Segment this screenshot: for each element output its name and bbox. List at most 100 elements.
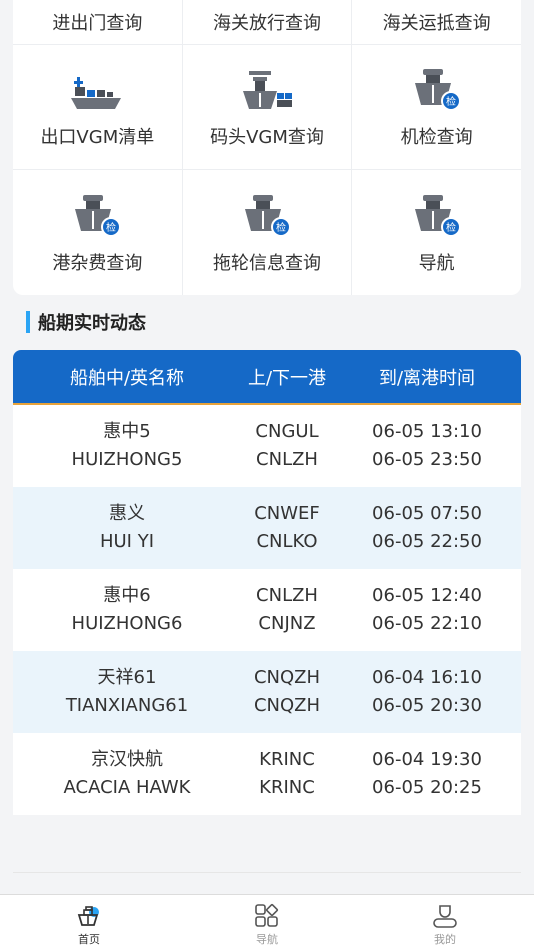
- ports-cell: CNQZH CNQZH: [241, 664, 333, 720]
- tab-label: 导航: [256, 933, 278, 946]
- table-row[interactable]: 惠中5 HUIZHONG5 CNGUL CNLZH 06-05 13:10 06…: [13, 405, 521, 487]
- grid-item-label: 港杂费查询: [52, 253, 143, 274]
- grid-row-bottom: 检 港杂费查询 检 拖轮信息查询 检 导航: [13, 170, 521, 295]
- previous-port: CNLZH: [256, 585, 318, 606]
- arrival-time: 06-04 16:10: [372, 667, 482, 688]
- grid-item-navigation[interactable]: 检 导航: [352, 170, 521, 295]
- tab-label: 首页: [78, 933, 100, 946]
- grid-item-label: 出口VGM清单: [40, 127, 155, 148]
- section-accent-bar: [26, 311, 30, 333]
- grid-item-label: 拖轮信息查询: [213, 253, 321, 274]
- grid-item-machine-inspection[interactable]: 检 机检查询: [352, 45, 521, 169]
- ship-name-cell: 惠义 HUI YI: [13, 500, 241, 556]
- grid-item-wharf-vgm[interactable]: 码头VGM查询: [183, 45, 353, 169]
- departure-time: 06-05 22:10: [372, 613, 482, 634]
- grid-item-customs-release[interactable]: 海关放行查询: [183, 0, 353, 44]
- navigation-grid-icon: [255, 903, 279, 927]
- departure-time: 06-05 20:30: [372, 695, 482, 716]
- times-cell: 06-05 07:50 06-05 22:50: [333, 500, 521, 556]
- grid-item-label: 进出门查询: [52, 13, 143, 34]
- ship-name-en: TIANXIANG61: [65, 695, 189, 716]
- ship-name-cn: 京汉快航: [91, 749, 163, 770]
- home-ship-icon: [77, 906, 99, 926]
- grid-row-top: 进出门查询 海关放行查询 海关运抵查询: [13, 0, 521, 45]
- grid-item-label: 机检查询: [400, 127, 473, 148]
- ship-name-en: HUIZHONG6: [71, 613, 183, 634]
- previous-port: CNWEF: [254, 503, 320, 524]
- ship-name-cell: 惠中6 HUIZHONG6: [13, 582, 241, 638]
- grid-item-customs-arrival[interactable]: 海关运抵查询: [352, 0, 521, 44]
- header-ports: 上/下一港: [247, 367, 327, 389]
- grid-item-tugboat-info[interactable]: 检 拖轮信息查询: [183, 170, 353, 295]
- user-icon: [433, 905, 457, 928]
- ports-cell: CNGUL CNLZH: [241, 418, 333, 474]
- ship-name-cell: 惠中5 HUIZHONG5: [13, 418, 241, 474]
- section-title-text: 船期实时动态: [38, 313, 146, 334]
- ship-cargo-icon: [67, 67, 127, 113]
- arrival-time: 06-05 13:10: [372, 421, 482, 442]
- grid-item-export-vgm[interactable]: 出口VGM清单: [13, 45, 183, 169]
- ship-name-cn: 天祥61: [97, 667, 157, 688]
- ship-name-cn: 惠中6: [103, 585, 151, 606]
- function-grid: 进出门查询 海关放行查询 海关运抵查询 出口VGM清单 码头VGM查询 检 机检…: [13, 0, 521, 295]
- ship-name-cell: 京汉快航 ACACIA HAWK: [13, 746, 241, 802]
- arrival-time: 06-05 07:50: [372, 503, 482, 524]
- tab-navigation[interactable]: 导航: [178, 895, 356, 950]
- header-times: 到/离港时间: [378, 367, 476, 389]
- times-cell: 06-04 19:30 06-05 20:25: [333, 746, 521, 802]
- ship-name-en: ACACIA HAWK: [63, 777, 191, 798]
- times-cell: 06-04 16:10 06-05 20:30: [333, 664, 521, 720]
- inspection-badge-text: 检: [106, 221, 116, 234]
- grid-item-gate-query[interactable]: 进出门查询: [13, 0, 183, 44]
- times-cell: 06-05 12:40 06-05 22:10: [333, 582, 521, 638]
- ship-name-en: HUIZHONG5: [71, 449, 183, 470]
- grid-item-port-fee[interactable]: 检 港杂费查询: [13, 170, 183, 295]
- ship-name-en: HUI YI: [99, 531, 155, 552]
- departure-time: 06-05 20:25: [372, 777, 482, 798]
- ship-inspection-icon: 检: [237, 193, 297, 239]
- tab-label: 我的: [434, 933, 456, 946]
- previous-port: CNGUL: [255, 421, 319, 442]
- tab-home[interactable]: 首页: [0, 895, 178, 950]
- departure-time: 06-05 23:50: [372, 449, 482, 470]
- ship-name-cn: 惠中5: [103, 421, 151, 442]
- grid-item-label: 海关运抵查询: [382, 13, 491, 34]
- table-row[interactable]: 京汉快航 ACACIA HAWK KRINC KRINC 06-04 19:30…: [13, 733, 521, 815]
- table-header: 船舶中/英名称 上/下一港 到/离港时间: [13, 350, 521, 405]
- tab-profile[interactable]: 我的: [356, 895, 534, 950]
- ship-name-cell: 天祥61 TIANXIANG61: [13, 664, 241, 720]
- table-row[interactable]: 惠义 HUI YI CNWEF CNLKO 06-05 07:50 06-05 …: [13, 487, 521, 569]
- inspection-badge-text: 检: [446, 221, 456, 234]
- next-port: CNQZH: [253, 695, 321, 716]
- ship-inspection-icon: 检: [407, 193, 467, 239]
- ports-cell: KRINC KRINC: [241, 746, 333, 802]
- ship-schedule-table: 船舶中/英名称 上/下一港 到/离港时间 惠中5 HUIZHONG5 CNGUL…: [13, 350, 521, 815]
- previous-port: KRINC: [259, 749, 315, 770]
- next-port: CNLKO: [256, 531, 318, 552]
- header-ship-name: 船舶中/英名称: [69, 367, 185, 389]
- content-divider: [13, 872, 521, 873]
- inspection-badge-text: 检: [446, 95, 456, 108]
- ports-cell: CNWEF CNLKO: [241, 500, 333, 556]
- times-cell: 06-05 13:10 06-05 23:50: [333, 418, 521, 474]
- ports-cell: CNLZH CNJNZ: [241, 582, 333, 638]
- ship-inspection-icon: 检: [67, 193, 127, 239]
- inspection-badge-text: 检: [276, 221, 286, 234]
- bottom-tab-bar: 首页 导航 我的: [0, 894, 534, 950]
- departure-time: 06-05 22:50: [372, 531, 482, 552]
- previous-port: CNQZH: [253, 667, 321, 688]
- grid-item-label: 导航: [418, 253, 455, 274]
- next-port: CNJNZ: [258, 613, 316, 634]
- grid-item-label: 海关放行查询: [213, 13, 321, 34]
- arrival-time: 06-04 19:30: [372, 749, 482, 770]
- ship-name-cn: 惠义: [109, 503, 145, 524]
- next-port: KRINC: [259, 777, 315, 798]
- wharf-ship-icon: [237, 67, 297, 113]
- section-title: 船期实时动态: [26, 310, 146, 334]
- table-row[interactable]: 天祥61 TIANXIANG61 CNQZH CNQZH 06-04 16:10…: [13, 651, 521, 733]
- next-port: CNLZH: [256, 449, 318, 470]
- arrival-time: 06-05 12:40: [372, 585, 482, 606]
- ship-inspection-icon: 检: [407, 67, 467, 113]
- grid-item-label: 码头VGM查询: [210, 127, 324, 148]
- table-row[interactable]: 惠中6 HUIZHONG6 CNLZH CNJNZ 06-05 12:40 06…: [13, 569, 521, 651]
